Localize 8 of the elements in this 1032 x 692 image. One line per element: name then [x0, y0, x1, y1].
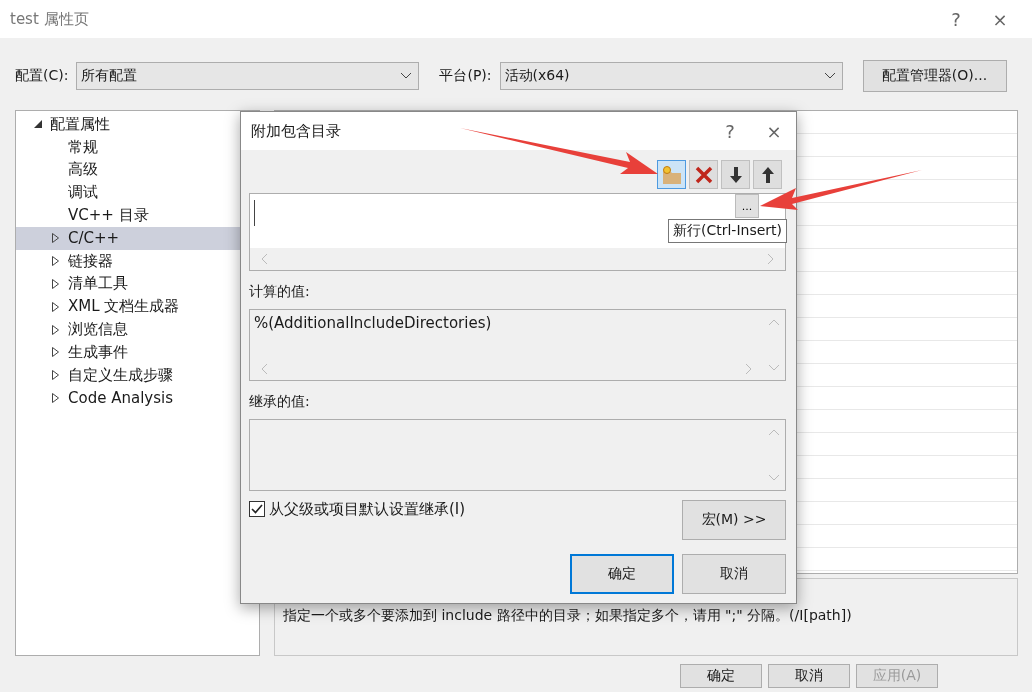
computed-value-text: %(AdditionalIncludeDirectories) — [253, 313, 493, 334]
window-title: test 属性页 — [10, 9, 90, 29]
dialog-title: 附加包含目录 — [251, 121, 342, 141]
tooltip: 新行(Ctrl-Insert) — [668, 219, 788, 243]
section-label: 继承的值: — [249, 393, 311, 411]
field-label: 配置(C): — [15, 67, 69, 85]
section-label: 计算的值: — [249, 283, 311, 301]
field-label: 平台(P): — [439, 67, 492, 85]
